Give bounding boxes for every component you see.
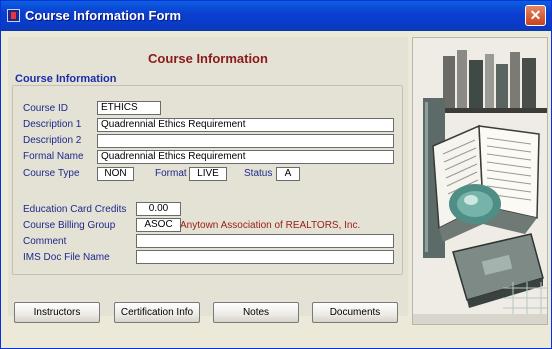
formal-name-label: Formal Name <box>23 151 84 162</box>
description2-label: Description 2 <box>23 135 82 146</box>
course-information-window: Course Information Form ✕ Course Informa… <box>0 0 552 349</box>
instructors-button[interactable]: Instructors <box>14 302 100 323</box>
notes-button[interactable]: Notes <box>213 302 299 323</box>
course-id-field[interactable]: ETHICS <box>97 101 161 115</box>
billing-group-label: Course Billing Group <box>23 220 116 231</box>
app-icon <box>7 9 20 22</box>
description2-field[interactable] <box>97 134 394 148</box>
documents-button[interactable]: Documents <box>312 302 398 323</box>
course-id-label: Course ID <box>23 103 69 114</box>
status-label: Status <box>244 168 273 179</box>
close-icon: ✕ <box>529 7 542 23</box>
ims-doc-file-name-label: IMS Doc File Name <box>23 252 110 263</box>
billing-group-code-field[interactable]: ASOC <box>136 218 181 232</box>
certification-info-button[interactable]: Certification Info <box>114 302 200 323</box>
formal-name-field[interactable]: Quadrennial Ethics Requirement <box>97 150 394 164</box>
course-type-label: Course Type <box>23 168 80 179</box>
window-title: Course Information Form <box>25 8 182 23</box>
main-panel: Course Information Course Information Co… <box>8 37 408 316</box>
form-client-area: Course Information Course Information Co… <box>4 31 550 347</box>
description1-field[interactable]: Quadrennial Ethics Requirement <box>97 118 394 132</box>
course-type-field[interactable]: NON <box>97 167 134 181</box>
description1-label: Description 1 <box>23 119 82 130</box>
title-bar[interactable]: Course Information Form ✕ <box>1 1 551 31</box>
format-label: Format <box>155 168 187 179</box>
education-card-credits-field[interactable]: 0.00 <box>136 202 181 216</box>
comment-label: Comment <box>23 236 67 247</box>
education-card-credits-label: Education Card Credits <box>23 204 127 215</box>
close-button[interactable]: ✕ <box>525 5 546 26</box>
form-heading: Course Information <box>148 51 268 66</box>
books-illustration-svg <box>413 38 547 324</box>
billing-group-name: Anytown Association of REALTORS, Inc. <box>180 220 361 231</box>
status-field[interactable]: A <box>276 167 300 181</box>
group-title: Course Information <box>13 73 119 85</box>
books-illustration <box>412 37 548 325</box>
ims-doc-file-name-field[interactable] <box>136 250 394 264</box>
format-field[interactable]: LIVE <box>189 167 227 181</box>
comment-field[interactable] <box>136 234 394 248</box>
